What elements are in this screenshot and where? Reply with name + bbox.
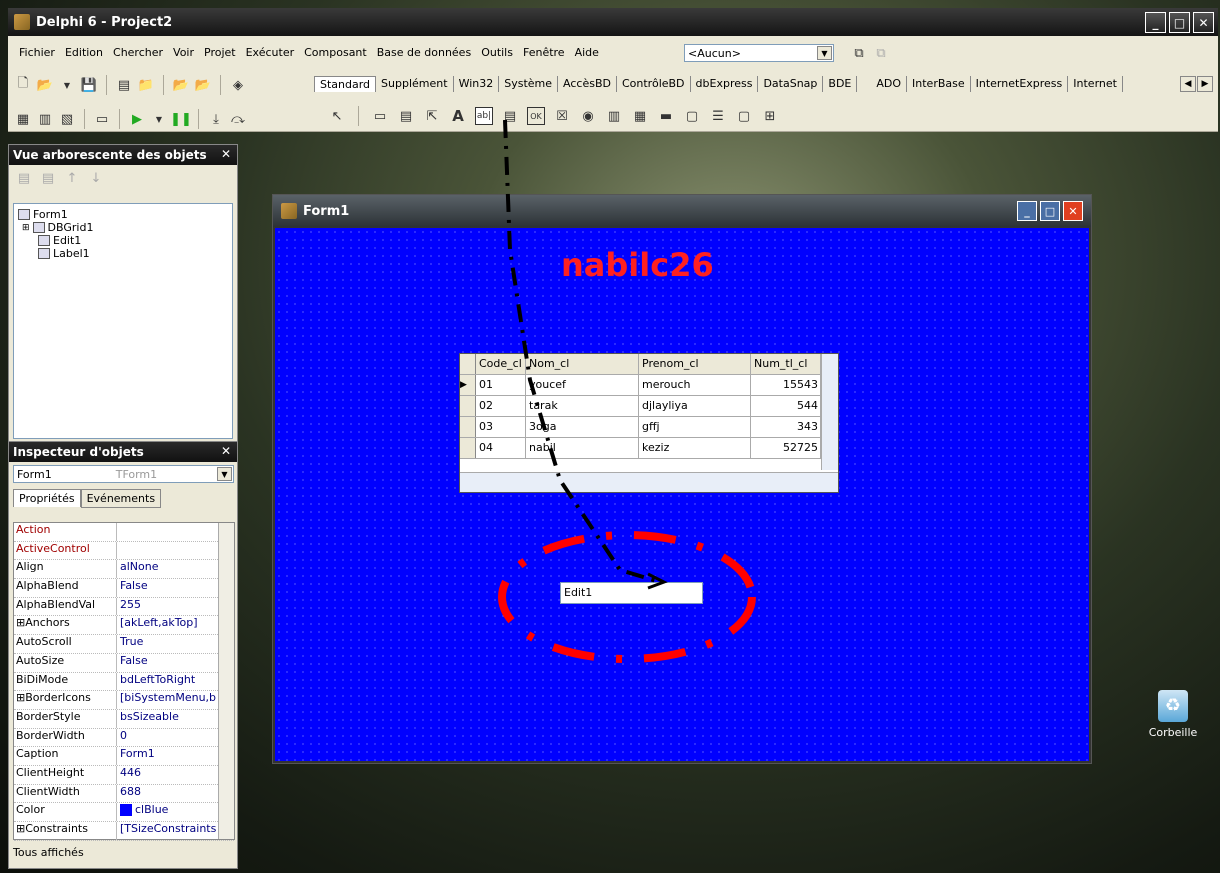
recycle-bin[interactable]: ♻ Corbeille (1138, 690, 1208, 739)
annotation-dash-line (503, 119, 661, 584)
recycle-bin-icon: ♻ (1158, 690, 1188, 722)
annotation-red-ellipse (498, 531, 756, 663)
annotation-arrowhead (647, 572, 668, 590)
annotation-overlay (498, 119, 756, 663)
recycle-bin-label: Corbeille (1148, 726, 1198, 739)
